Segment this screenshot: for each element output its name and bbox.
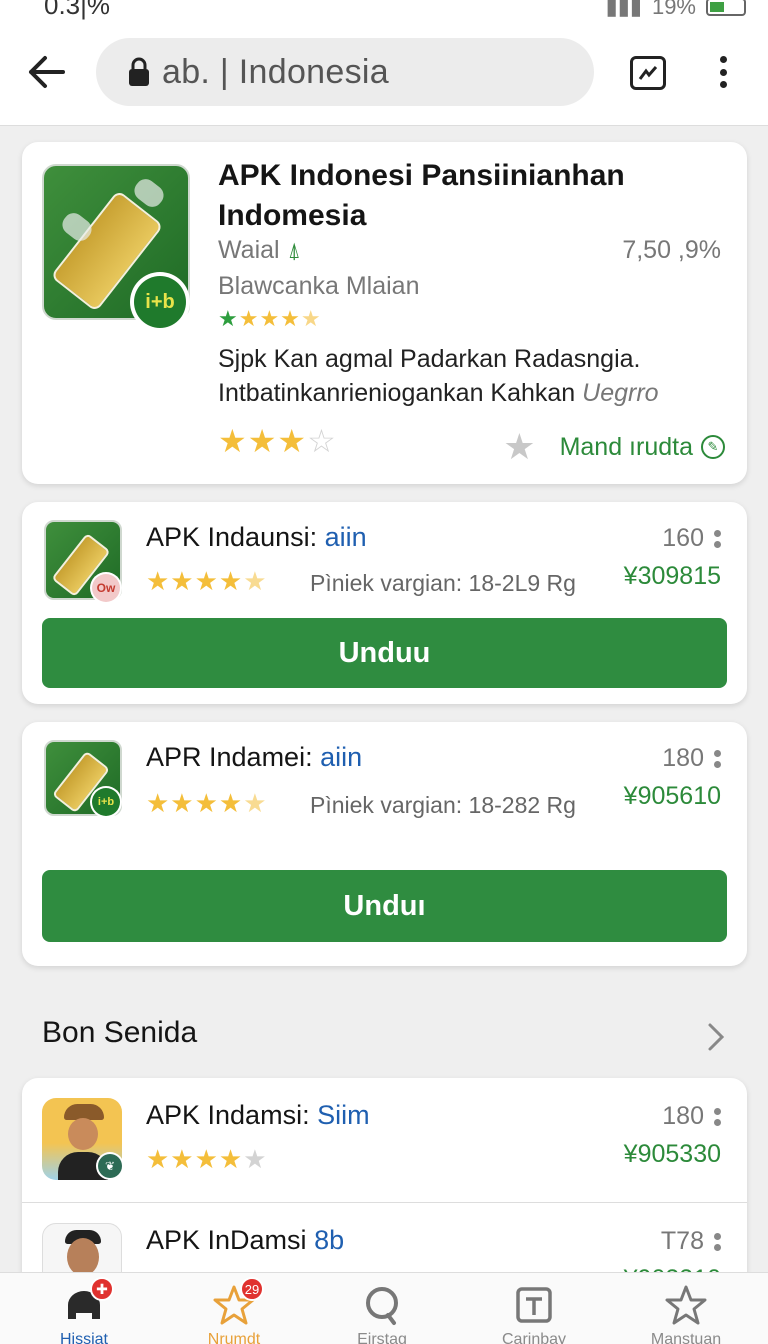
badge-text: i+b (134, 276, 186, 328)
more-menu-button[interactable] (712, 52, 734, 92)
app-title: APK Indaunsi: aiin (146, 522, 367, 553)
back-button[interactable] (26, 52, 66, 92)
app-title-text: APK InDamsi (146, 1225, 315, 1255)
favorites-icon (664, 1283, 708, 1327)
app-title-text: APR Indamei: (146, 742, 321, 772)
app-badge: i+b (90, 786, 122, 818)
description-text: Sjpk Kan agmal Padarkan Radasngia. Intba… (218, 345, 641, 407)
nav-item-favorites[interactable]: Manstuan (626, 1273, 746, 1344)
app-title-text: APK Indamsi: (146, 1100, 318, 1130)
rating-stars-large: ★★★☆ (218, 423, 337, 459)
status-time: 0.3|% (44, 0, 111, 20)
app-card[interactable]: i+b APR Indamei: aiin 180 ★★★★★ Pìniek v… (22, 722, 747, 966)
address-text: ab. | Indonesia (162, 52, 389, 91)
nav-item-search[interactable]: Eirstag (322, 1273, 442, 1344)
featured-title: APK Indonesi Pansiinianhan Indomesia (218, 159, 625, 232)
app-title-text: APK Indaunsi: (146, 522, 325, 552)
badge-text: i+b (92, 788, 120, 816)
app-meta: T78 (661, 1227, 721, 1256)
app-version: Pìniek vargian: 18-282 Rg (310, 792, 576, 818)
developer-name[interactable]: Waial ⍋ (218, 236, 301, 265)
browser-toolbar: ab. | Indonesia (0, 22, 768, 126)
list-item[interactable]: ❦ APK Indamsi: Siim 180 ★★★★★ ¥905330 (22, 1078, 747, 1202)
app-count: 160 (662, 524, 704, 552)
home-icon: ✚ (62, 1277, 114, 1327)
app-title: APK Indamsi: Siim (146, 1100, 370, 1131)
app-badge: ❦ (96, 1152, 124, 1180)
star-icon: 29 (212, 1277, 264, 1327)
nav-item-home[interactable]: ✚ Hissiat (24, 1273, 144, 1344)
rating-stars: ★★★★★ (146, 566, 268, 596)
rating-stars-small: ★★★★★ (218, 306, 322, 331)
app-price: ¥905610 (623, 782, 721, 810)
nav-badge: 29 (240, 1277, 264, 1301)
link-label: Mand ırudta (559, 432, 693, 461)
app-title-highlight: Siim (317, 1100, 370, 1130)
status-icons: ▮▮▮ 19% (606, 0, 746, 20)
trend-icon (638, 66, 658, 80)
nav-label: Manstuan (650, 1331, 722, 1344)
more-icon[interactable] (714, 749, 721, 768)
address-bar[interactable]: ab. | Indonesia (96, 38, 594, 106)
app-title: APR Indamei: aiin (146, 742, 362, 773)
dot-icon (719, 68, 727, 76)
app-badge: Ow (90, 572, 122, 604)
nav-item-apps[interactable]: Carinbay (474, 1273, 594, 1344)
rating-stars: ★★★★★ (146, 788, 268, 818)
more-icon[interactable] (714, 529, 721, 548)
verified-badge: i+b (130, 272, 190, 332)
lock-icon (129, 57, 149, 86)
download-button[interactable]: Unduı (42, 870, 727, 942)
download-button[interactable]: Unduu (42, 618, 727, 688)
app-title-highlight: 8b (314, 1225, 345, 1255)
star-icon: ★ (503, 426, 536, 467)
app-count: 180 (662, 1102, 704, 1130)
arrow-left-icon (29, 56, 65, 88)
more-icon[interactable] (714, 1232, 721, 1251)
search-icon (360, 1283, 404, 1327)
chevron-right-icon[interactable] (704, 1022, 728, 1052)
badge-text: Ow (92, 574, 120, 602)
nav-label: Hissiat (59, 1331, 108, 1344)
percent-value: 7,50 ,9% (622, 236, 721, 264)
section-title: Bon Senida (42, 1016, 198, 1049)
nav-label: Carinbay (501, 1331, 567, 1344)
details-link[interactable]: ★ Mand ırudta ✎ (503, 426, 725, 468)
app-version: Pìniek vargian: 18-2L9 Rg (310, 570, 576, 596)
app-price: ¥905330 (623, 1140, 721, 1168)
nav-item-featured[interactable]: 29 Nrumdt (174, 1273, 294, 1344)
dot-icon (719, 56, 727, 63)
battery-icon (706, 0, 746, 16)
app-meta: 160 (662, 524, 721, 553)
developer-label: Waial (218, 236, 280, 264)
app-meta: 180 (662, 744, 721, 773)
nav-label: Nrumdt (207, 1331, 261, 1344)
app-count: T78 (660, 1227, 704, 1255)
app-price: ¥309815 (623, 562, 721, 590)
status-bar: 0.3|% ▮▮▮ 19% (0, 0, 768, 22)
bottom-navigation: ✚ Hissiat 29 Nrumdt Eirstag Carinbay Man… (0, 1272, 768, 1344)
dot-icon (719, 81, 727, 88)
app-meta: 180 (662, 1102, 721, 1131)
edit-icon: ✎ (701, 435, 725, 459)
app-title-highlight: aiin (320, 742, 363, 772)
app-title-highlight: aiin (324, 522, 367, 552)
app-card[interactable]: Ow APK Indaunsi: aiin 160 ★★★★★ Pìniek v… (22, 502, 747, 704)
featured-app-card[interactable]: i+b APK Indonesi Pansiinianhan Indomesia… (22, 142, 747, 484)
rating-stars: ★★★★★ (146, 1144, 268, 1174)
apps-icon (512, 1283, 556, 1327)
tabs-button[interactable] (630, 56, 666, 90)
more-icon[interactable] (714, 1107, 721, 1126)
nav-badge: ✚ (90, 1277, 114, 1301)
category-label: Blawcanka Mlaian (218, 272, 420, 300)
signal-icon: ▮▮▮ (605, 0, 642, 19)
app-count: 180 (662, 744, 704, 772)
featured-description: Sjpk Kan agmal Padarkan Radasngia. Intba… (218, 342, 728, 410)
nav-label: Eirstag (357, 1331, 407, 1344)
battery-percent: 19% (651, 0, 696, 19)
app-title: APK InDamsi 8b (146, 1225, 344, 1256)
description-tail: Uegrro (582, 379, 659, 407)
tree-icon: ⍋ (287, 238, 301, 263)
